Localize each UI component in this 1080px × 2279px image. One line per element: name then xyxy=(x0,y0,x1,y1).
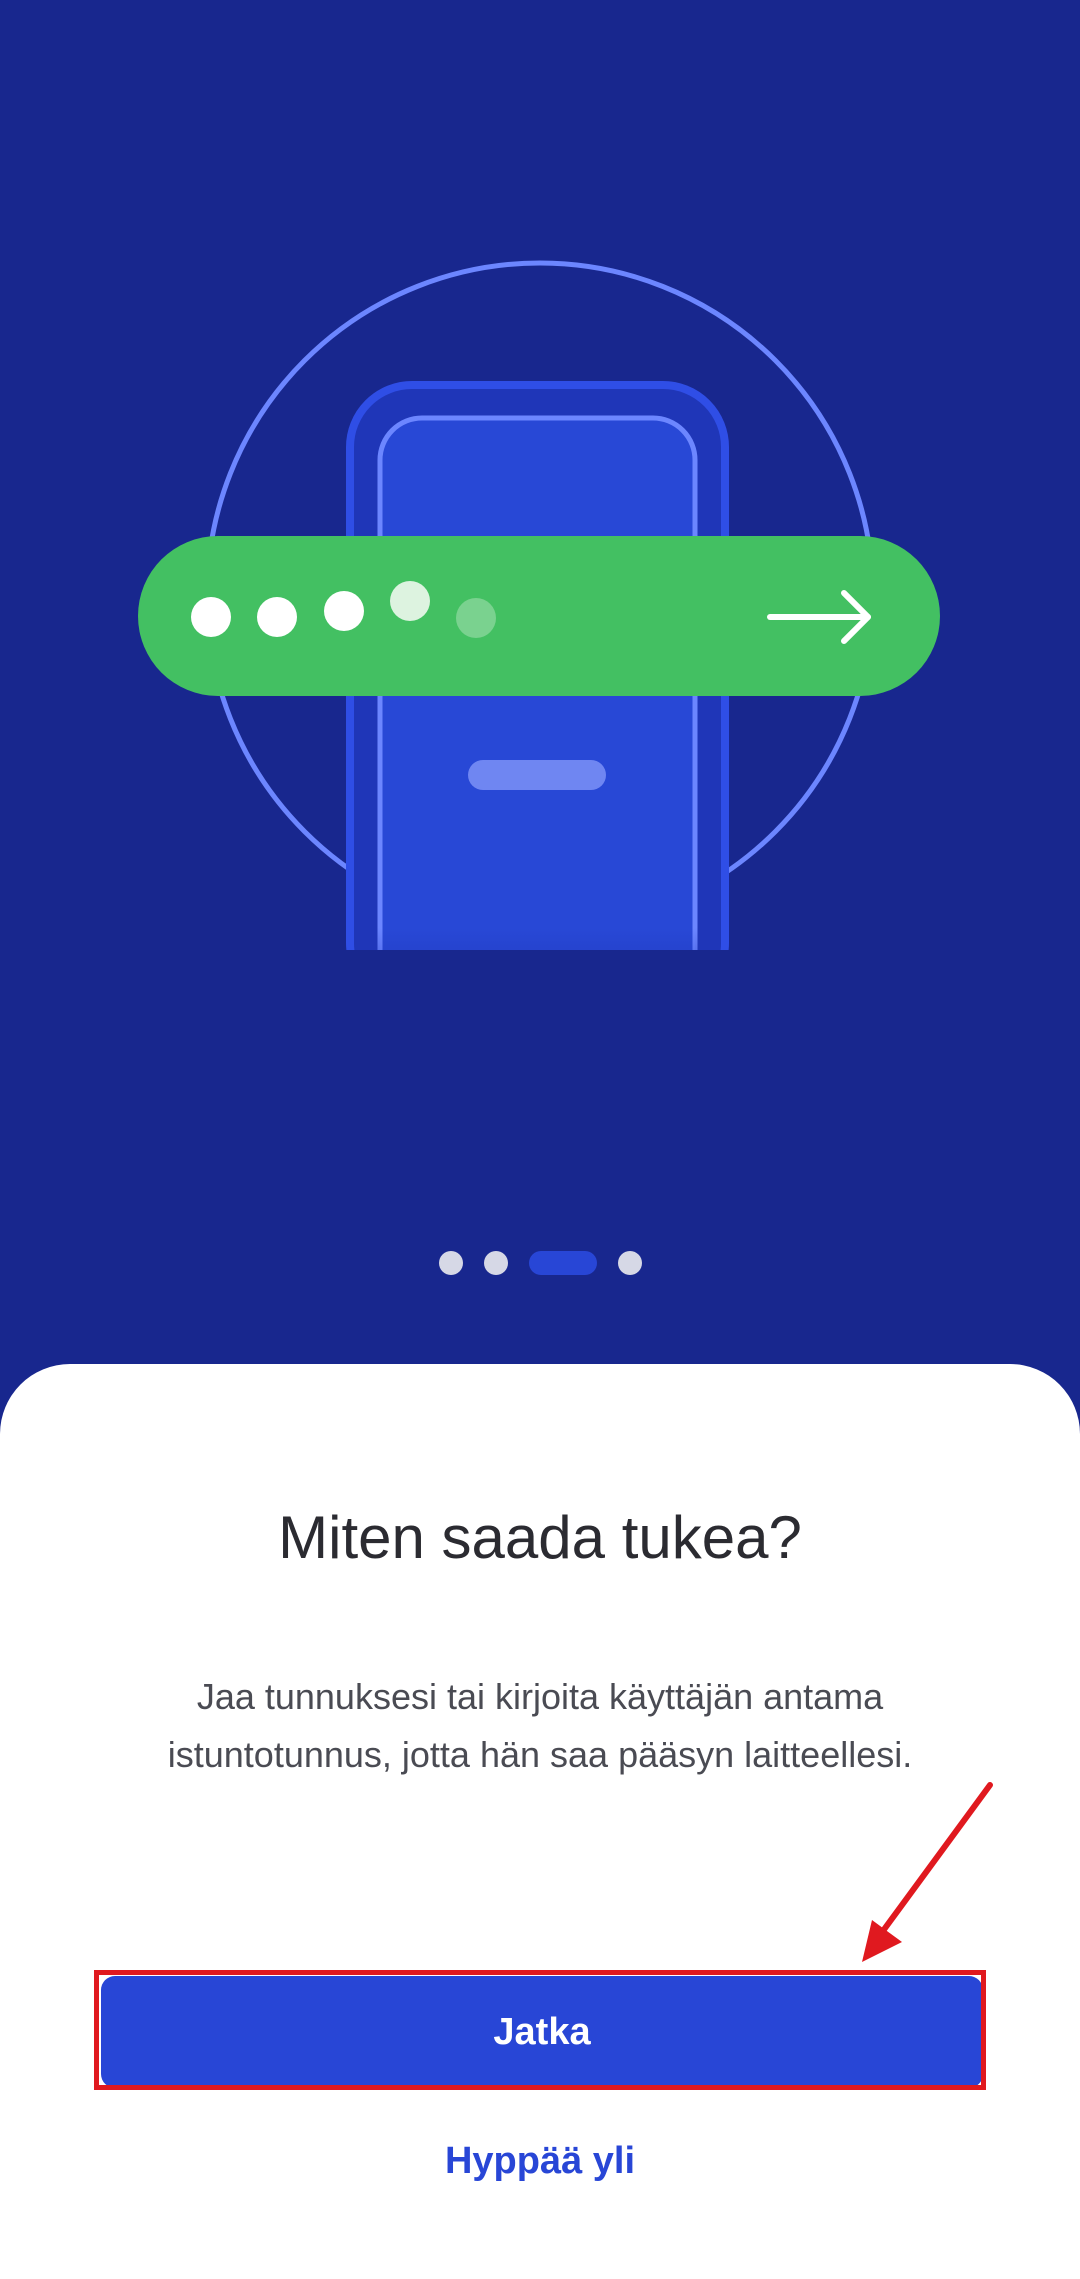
skip-link[interactable]: Hyppää yli xyxy=(0,2140,1080,2183)
page-dot xyxy=(618,1251,642,1275)
support-illustration xyxy=(138,260,940,950)
pointer-arrow-icon xyxy=(862,1782,993,1962)
phone-bar-shape xyxy=(468,760,606,790)
page-dot xyxy=(484,1251,508,1275)
continue-button[interactable]: Jatka xyxy=(101,1976,983,2088)
code-bar xyxy=(138,536,940,696)
description-text: Jaa tunnuksesi tai kirjoita käyttäjän an… xyxy=(167,1676,913,1775)
page-dot xyxy=(439,1251,463,1275)
hero-area xyxy=(0,0,1080,1400)
page-title: Miten saada tukea? xyxy=(278,1504,802,1571)
page-indicator xyxy=(0,1250,1080,1276)
page-dot-active xyxy=(529,1251,597,1275)
